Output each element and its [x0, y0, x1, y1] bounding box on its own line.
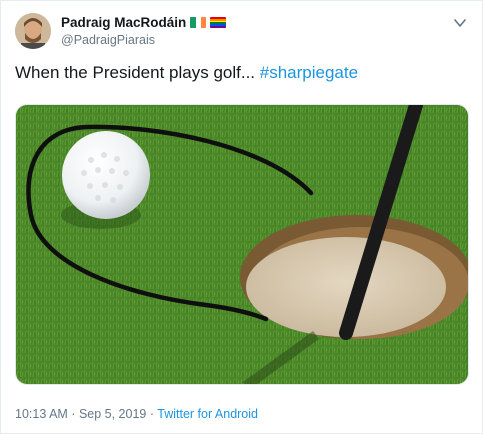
tweet-time[interactable]: 10:13 AM — [15, 407, 68, 421]
meta-separator: · — [146, 407, 158, 421]
author-name[interactable]: Padraig MacRodáin — [61, 15, 186, 30]
meta-separator: · — [67, 407, 79, 421]
tweet-photo[interactable] — [15, 104, 469, 385]
author-handle[interactable]: @PadraigPiarais — [61, 33, 155, 47]
rainbow-flag-icon — [210, 17, 227, 28]
chevron-down-icon[interactable] — [452, 15, 468, 31]
golf-ball-photo — [16, 105, 468, 384]
tweet-text: When the President plays golf... #sharpi… — [15, 63, 358, 83]
avatar[interactable] — [15, 13, 51, 49]
tweet-meta: 10:13 AM · Sep 5, 2019 · Twitter for And… — [15, 407, 258, 421]
author-row: Padraig MacRodáin — [61, 15, 227, 30]
tweet-card: Padraig MacRodáin @PadraigPiarais When t… — [0, 0, 483, 434]
tweet-source-link[interactable]: Twitter for Android — [157, 407, 258, 421]
ireland-flag-icon — [190, 17, 207, 28]
tweet-date[interactable]: Sep 5, 2019 — [79, 407, 146, 421]
avatar-image — [15, 13, 51, 49]
tweet-body: When the President plays golf... — [15, 63, 260, 82]
hashtag-link[interactable]: #sharpiegate — [260, 63, 358, 82]
